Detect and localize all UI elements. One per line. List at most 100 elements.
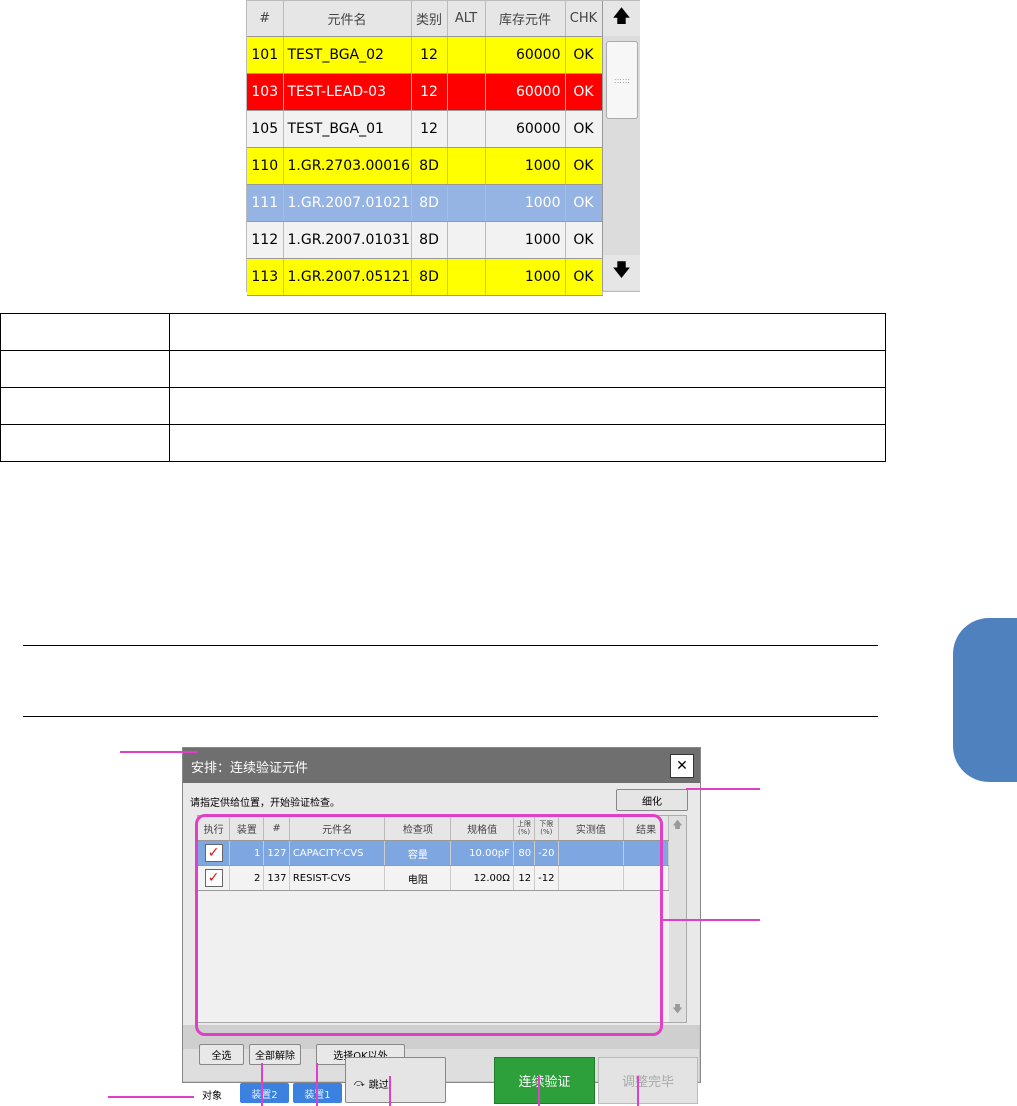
cell-chk: OK [565, 258, 603, 296]
cell-alt [447, 147, 486, 185]
cell-stock: 60000 [485, 110, 566, 148]
table-row[interactable]: 111 1.GR.2007.010210 8D 1000 OK [247, 184, 603, 222]
cell-num: 111 [247, 184, 284, 222]
table-cell [169, 387, 886, 425]
component-grid-header: # 元件名 类别 ALT 库存元件 CHK [247, 1, 603, 37]
arrow-up-icon[interactable]: 🡅 [603, 1, 640, 36]
cell-stock: 1000 [485, 147, 566, 185]
cell-chk: OK [565, 184, 603, 222]
dialog-title: 安排：连续验证元件 [191, 761, 309, 776]
close-icon[interactable]: ✕ [670, 754, 694, 778]
table-row [0, 350, 886, 388]
skip-button-content: ⤼ 跳过 [354, 1076, 389, 1091]
cell-category: 8D [411, 221, 448, 259]
table-cell [0, 387, 170, 425]
table-row [0, 313, 886, 351]
cell-alt [447, 221, 486, 259]
scrollbar-thumb[interactable]: :::::: [606, 41, 638, 119]
cell-alt [447, 36, 486, 74]
col-header-name[interactable]: 元件名 [283, 1, 412, 37]
cell-chk: OK [565, 73, 603, 111]
cell-category: 12 [411, 110, 448, 148]
cell-stock: 60000 [485, 36, 566, 74]
col-header-chk[interactable]: CHK [565, 1, 603, 37]
cell-alt [447, 110, 486, 148]
cell-num: 113 [247, 258, 284, 296]
callout-line-table [663, 919, 760, 921]
table-cell [169, 313, 886, 351]
deselect-all-button[interactable]: 全部解除 [249, 1044, 301, 1065]
dialog-title-bar: 安排：连续验证元件 ✕ [183, 748, 700, 783]
callout-line-adjust [637, 1076, 639, 1106]
callout-line-deselect [261, 1063, 263, 1106]
divider [23, 645, 878, 646]
col-header-alt[interactable]: ALT [447, 1, 486, 37]
cell-chk: OK [565, 36, 603, 74]
adjust-done-button: 调整完毕 [598, 1057, 698, 1104]
cell-chk: OK [565, 110, 603, 148]
table-row[interactable]: 113 1.GR.2007.051210 8D 1000 OK [247, 258, 603, 296]
table-callout-outline [195, 814, 663, 1036]
component-list-table: # 元件名 类别 ALT 库存元件 CHK 101 TEST_BGA_02 12 60… [246, 0, 640, 296]
chapter-tab [953, 618, 1017, 782]
table-row [0, 424, 886, 462]
skip-label: 跳过 [368, 1080, 389, 1091]
cell-chk: OK [565, 221, 603, 259]
callout-line-select-all [120, 751, 197, 753]
col-header-category[interactable]: 类别 [411, 1, 448, 37]
cell-name: 1.GR.2007.010210 [283, 184, 412, 222]
cell-alt [447, 184, 486, 222]
cell-stock: 1000 [485, 258, 566, 296]
cell-chk: OK [565, 147, 603, 185]
arrow-down-icon[interactable]: 🡇 [603, 255, 640, 290]
arrow-down-icon[interactable]: 🡇 [669, 1000, 686, 1020]
cell-name: 1.GR.2007.051210 [283, 258, 412, 296]
select-all-button[interactable]: 全选 [199, 1044, 244, 1065]
callout-line-verify [538, 1076, 540, 1106]
divider [23, 716, 878, 717]
callout-line-non-ok [316, 1063, 318, 1106]
cell-num: 101 [247, 36, 284, 74]
cell-name: 1.GR.2007.010310 [283, 221, 412, 259]
cell-name: TEST_BGA_01 [283, 110, 412, 148]
refine-button[interactable]: 细化 [616, 789, 688, 811]
description-table [0, 313, 886, 462]
cell-stock: 1000 [485, 221, 566, 259]
table-cell [169, 424, 886, 462]
cell-num: 105 [247, 110, 284, 148]
arrow-up-icon[interactable]: 🡅 [669, 816, 686, 836]
target-label: 对象 [202, 1091, 222, 1102]
table-row [0, 387, 886, 425]
cell-alt [447, 258, 486, 296]
table-cell [0, 350, 170, 388]
table-row[interactable]: 101 TEST_BGA_02 12 60000 OK [247, 36, 603, 74]
cell-name: TEST-LEAD-03 [283, 73, 412, 111]
table-row[interactable]: 110 1.GR.2703.000165 8D 1000 OK [247, 147, 603, 185]
component-grid-scrollbar[interactable]: 🡅 :::::: 🡇 [602, 1, 640, 291]
table-row[interactable]: 103 TEST-LEAD-03 12 60000 OK [247, 73, 603, 111]
skip-icon: ⤼ [354, 1078, 365, 1089]
table-cell [0, 313, 170, 351]
table-cell [0, 424, 170, 462]
table-row[interactable]: 105 TEST_BGA_01 12 60000 OK [247, 110, 603, 148]
callout-line-refine [686, 788, 760, 790]
callout-line-skip [389, 1076, 391, 1106]
cell-num: 110 [247, 147, 284, 185]
skip-button[interactable]: ⤼ 跳过 [345, 1057, 446, 1103]
cell-num: 112 [247, 221, 284, 259]
cell-category: 12 [411, 36, 448, 74]
cell-stock: 60000 [485, 73, 566, 111]
cell-stock: 1000 [485, 184, 566, 222]
cell-num: 103 [247, 73, 284, 111]
device2-button[interactable]: 装置2 [240, 1083, 289, 1103]
callout-line-target [108, 1096, 194, 1098]
table-cell [169, 350, 886, 388]
continuous-verify-button[interactable]: 连续验证 [494, 1057, 595, 1104]
cell-category: 12 [411, 73, 448, 111]
cell-name: 1.GR.2703.000165 [283, 147, 412, 185]
instruction-text: 请指定供给位置，开始验证检查。 [190, 798, 340, 809]
cell-category: 8D [411, 147, 448, 185]
col-header-stock[interactable]: 库存元件 [485, 1, 566, 37]
col-header-num[interactable]: # [247, 1, 284, 37]
table-row[interactable]: 112 1.GR.2007.010310 8D 1000 OK [247, 221, 603, 259]
